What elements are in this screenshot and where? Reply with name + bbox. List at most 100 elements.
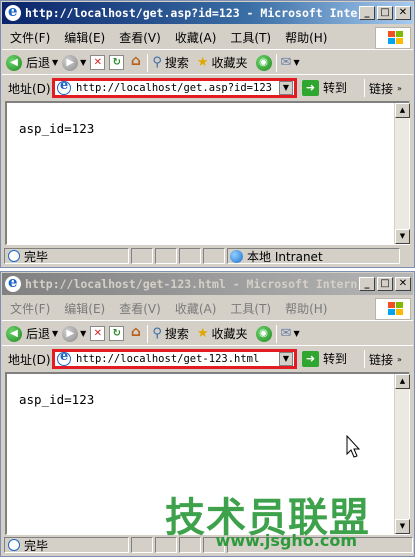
address-url[interactable]: http://localhost/get-123.html [76, 353, 279, 365]
chevron-down-icon: ▼ [293, 329, 300, 338]
favorites-button[interactable]: ★ 收藏夹 [197, 325, 248, 342]
search-button[interactable]: ⚲ 搜索 [152, 54, 189, 71]
page-text: asp_id=123 [19, 392, 95, 407]
menu-edit[interactable]: 编辑(E) [56, 300, 111, 317]
forward-button[interactable]: ▶ ▼ [62, 325, 87, 342]
stop-icon: ✕ [90, 326, 106, 341]
go-arrow-icon: ➜ [302, 79, 319, 96]
favorites-label: 收藏夹 [211, 327, 248, 341]
page-icon [57, 78, 71, 95]
refresh-button[interactable]: ↻ [109, 55, 125, 70]
home-icon: ⌂ [130, 324, 141, 340]
go-button[interactable]: ➜ 转到 [302, 79, 347, 96]
close-button[interactable]: ✕ [395, 277, 411, 291]
menu-favorites[interactable]: 收藏(A) [167, 29, 223, 46]
back-button[interactable]: ◀ 后退 ▼ [6, 54, 58, 71]
address-url[interactable]: http://localhost/get.asp?id=123 [76, 82, 279, 94]
status-cell [203, 248, 225, 264]
go-label: 转到 [323, 81, 348, 95]
status-text: 完毕 [24, 538, 49, 553]
refresh-icon: ↻ [109, 326, 125, 341]
go-label: 转到 [323, 352, 348, 366]
address-bar: 地址(D) http://localhost/get.asp?id=123 ▼ … [2, 76, 413, 100]
forward-arrow-icon: ▶ [62, 54, 79, 71]
intranet-globe-icon [230, 249, 243, 263]
back-arrow-icon: ◀ [6, 325, 22, 342]
address-label: 地址(D) [8, 352, 51, 367]
back-arrow-icon: ◀ [6, 54, 22, 71]
address-dropdown-button[interactable]: ▼ [279, 352, 293, 366]
chevron-down-icon: ▼ [52, 58, 59, 67]
home-button[interactable]: ⌂ [128, 54, 143, 70]
back-label: 后退 [26, 327, 51, 341]
address-input[interactable]: http://localhost/get.asp?id=123 ▼ [52, 78, 297, 98]
address-input[interactable]: http://localhost/get-123.html ▼ [52, 349, 297, 369]
links-label: 链接 [369, 352, 394, 367]
menu-favorites[interactable]: 收藏(A) [167, 300, 223, 317]
home-button[interactable]: ⌂ [128, 324, 143, 341]
page-content[interactable]: asp_id=123 ▲ ▼ [5, 101, 410, 245]
menu-bar: 文件(F) 编辑(E) 查看(V) 收藏(A) 工具(T) 帮助(H) [2, 297, 413, 321]
chevron-down-icon: ▼ [80, 58, 87, 67]
page-status-icon [8, 250, 20, 262]
toolbar-separator [364, 79, 365, 97]
title-bar[interactable]: http://localhost/get.asp?id=123 - Micros… [2, 2, 413, 24]
forward-button[interactable]: ▶ ▼ [62, 54, 87, 71]
favorites-button[interactable]: ★ 收藏夹 [197, 54, 248, 71]
address-dropdown-button[interactable]: ▼ [279, 81, 293, 95]
search-icon: ⚲ [152, 55, 162, 70]
chevron-down-icon: ▼ [80, 329, 87, 338]
window-title: http://localhost/get-123.html - Microsof… [25, 277, 357, 291]
vertical-scrollbar[interactable]: ▲ ▼ [394, 103, 410, 244]
maximize-button[interactable]: □ [377, 277, 393, 291]
menu-edit[interactable]: 编辑(E) [56, 29, 111, 46]
address-bar: 地址(D) http://localhost/get-123.html ▼ ➜ … [2, 347, 413, 371]
minimize-button[interactable]: _ [359, 277, 375, 291]
maximize-button[interactable]: □ [377, 6, 393, 20]
scroll-up-button[interactable]: ▲ [395, 374, 410, 389]
mail-button[interactable]: ✉ ▼ [281, 55, 300, 70]
scroll-down-button[interactable]: ▼ [395, 229, 410, 244]
media-button[interactable]: ◉ [255, 325, 272, 342]
media-icon: ◉ [255, 54, 272, 71]
search-button[interactable]: ⚲ 搜索 [152, 325, 189, 342]
menu-help[interactable]: 帮助(H) [277, 300, 333, 317]
refresh-button[interactable]: ↻ [109, 326, 125, 341]
scroll-up-button[interactable]: ▲ [395, 103, 410, 118]
status-cell [131, 537, 153, 553]
media-button[interactable]: ◉ [255, 54, 272, 71]
search-label: 搜索 [164, 56, 189, 70]
stop-button[interactable]: ✕ [90, 326, 106, 341]
links-button[interactable]: 链接 » [360, 350, 402, 368]
status-cell [131, 248, 153, 264]
resize-grip-icon[interactable] [401, 249, 413, 263]
mail-icon: ✉ [280, 326, 292, 341]
toolbar-separator [147, 53, 149, 72]
title-bar[interactable]: http://localhost/get-123.html - Microsof… [2, 273, 413, 295]
media-icon: ◉ [255, 325, 272, 342]
menu-tools[interactable]: 工具(T) [222, 29, 277, 46]
standard-toolbar: ◀ 后退 ▼ ▶ ▼ ✕ ↻ ⌂ ⚲ 搜索 ★ 收藏夹 ◉ ✉ ▼ [2, 322, 413, 346]
menu-view[interactable]: 查看(V) [111, 300, 167, 317]
minimize-button[interactable]: _ [359, 6, 375, 20]
mail-icon: ✉ [280, 55, 292, 70]
status-main: 完毕 [4, 537, 129, 553]
scroll-down-button[interactable]: ▼ [395, 519, 410, 534]
menu-view[interactable]: 查看(V) [111, 29, 167, 46]
menu-help[interactable]: 帮助(H) [277, 29, 333, 46]
menu-tools[interactable]: 工具(T) [222, 300, 277, 317]
toolbar-separator [275, 324, 277, 343]
vertical-scrollbar[interactable]: ▲ ▼ [394, 374, 410, 534]
toolbar-separator [364, 350, 365, 368]
mail-button[interactable]: ✉ ▼ [281, 326, 300, 341]
stop-button[interactable]: ✕ [90, 55, 106, 70]
menu-file[interactable]: 文件(F) [2, 29, 56, 46]
search-icon: ⚲ [152, 326, 162, 341]
go-button[interactable]: ➜ 转到 [302, 350, 347, 367]
stop-icon: ✕ [90, 55, 106, 70]
back-label: 后退 [26, 56, 51, 70]
links-button[interactable]: 链接 » [360, 79, 402, 97]
back-button[interactable]: ◀ 后退 ▼ [6, 325, 58, 342]
menu-file[interactable]: 文件(F) [2, 300, 56, 317]
close-button[interactable]: ✕ [395, 6, 411, 20]
